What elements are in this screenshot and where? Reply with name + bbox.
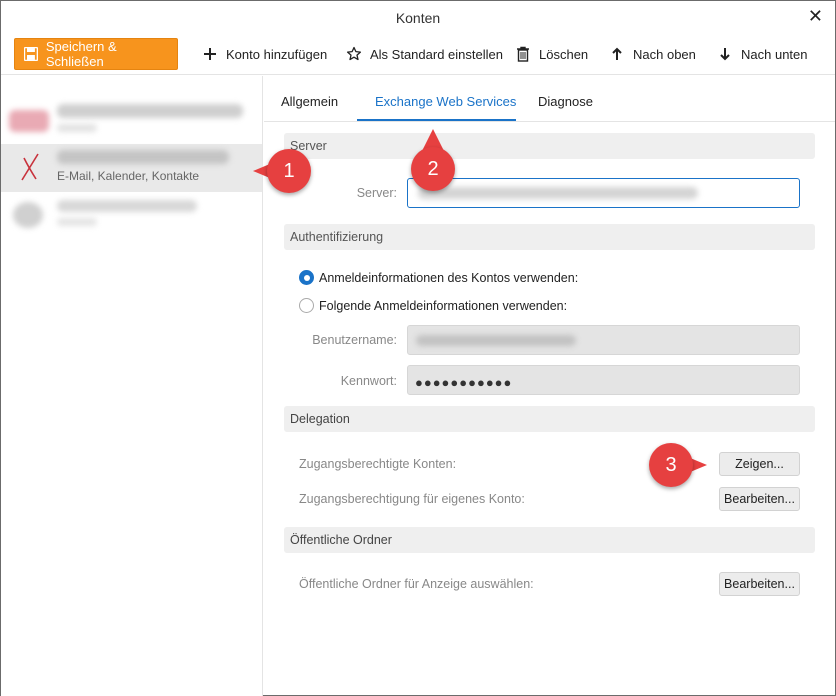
public-folders-select-label: Öffentliche Ordner für Anzeige auswählen… xyxy=(299,577,534,591)
add-account-label: Konto hinzufügen xyxy=(226,46,328,62)
save-icon xyxy=(24,47,38,61)
callout-number: 1 xyxy=(267,149,311,193)
plus-icon xyxy=(202,46,218,62)
tab-diagnose[interactable]: Diagnose xyxy=(538,94,593,109)
radio-checked-icon xyxy=(299,270,314,285)
callout-marker-2: 2 xyxy=(411,129,455,191)
section-server: Server xyxy=(284,133,815,159)
star-icon xyxy=(346,46,362,62)
edit-public-folders-button[interactable]: Bearbeiten... xyxy=(719,572,800,596)
password-value: ●●●●●●●●●●● xyxy=(415,375,513,390)
close-icon[interactable]: ✕ xyxy=(808,6,823,27)
account-item-1[interactable] xyxy=(1,96,262,144)
tab-bar: Allgemein Exchange Web Services Diagnose xyxy=(264,76,835,122)
own-account-access-label: Zugangsberechtigung für eigenes Konto: xyxy=(299,492,525,506)
account-item-selected[interactable]: E-Mail, Kalender, Kontakte xyxy=(1,144,262,192)
arrow-up-icon xyxy=(609,46,625,62)
callout-marker-3: 3 xyxy=(649,443,707,487)
authorized-accounts-label: Zugangsberechtigte Konten: xyxy=(299,457,457,471)
tab-general[interactable]: Allgemein xyxy=(281,94,338,109)
exchange-x-icon xyxy=(21,153,39,181)
callout-marker-1: 1 xyxy=(253,149,311,193)
radio-use-custom-credentials[interactable]: Folgende Anmeldeinformationen verwenden: xyxy=(299,298,567,313)
server-input[interactable] xyxy=(407,178,800,208)
radio-use-custom-credentials-label: Folgende Anmeldeinformationen verwenden: xyxy=(319,298,568,313)
radio-unchecked-icon xyxy=(299,298,314,313)
save-close-label: Speichern & Schließen xyxy=(45,39,117,69)
accounts-dialog: Konten ✕ Speichern & Schließen Konto hin… xyxy=(0,0,836,696)
account-name-blurred xyxy=(57,150,229,164)
account-detail-blurred xyxy=(57,218,97,226)
move-down-button[interactable]: Nach unten xyxy=(717,44,808,64)
toolbar: Speichern & Schließen Konto hinzufügen A… xyxy=(1,35,835,75)
edit-own-account-access-button[interactable]: Bearbeiten... xyxy=(719,487,800,511)
tab-exchange-web-services[interactable]: Exchange Web Services xyxy=(375,94,516,109)
delete-button[interactable]: Löschen xyxy=(515,44,588,64)
show-authorized-accounts-button[interactable]: Zeigen... xyxy=(719,452,800,476)
username-input[interactable] xyxy=(407,325,800,355)
account-detail-blurred xyxy=(57,124,97,132)
add-account-button[interactable]: Konto hinzufügen xyxy=(202,44,327,64)
move-down-label: Nach unten xyxy=(741,46,808,62)
account-avatar-blurred xyxy=(9,110,49,132)
section-delegation: Delegation xyxy=(284,406,815,432)
username-value-blurred xyxy=(416,335,576,346)
active-tab-indicator xyxy=(357,119,516,121)
delete-label: Löschen xyxy=(539,46,589,62)
window-title: Konten xyxy=(395,10,441,26)
trash-icon xyxy=(515,46,531,62)
server-value-blurred xyxy=(418,187,698,199)
set-default-button[interactable]: Als Standard einstellen xyxy=(346,44,503,64)
title-bar: Konten ✕ xyxy=(1,1,835,35)
account-name-blurred xyxy=(57,200,197,212)
username-label: Benutzername: xyxy=(312,333,397,347)
section-public-folders: Öffentliche Ordner xyxy=(284,527,815,553)
account-avatar-blurred xyxy=(13,202,43,228)
arrow-down-icon xyxy=(717,46,733,62)
radio-use-account-credentials-label: Anmeldeinformationen des Kontos verwende… xyxy=(319,270,579,285)
set-default-label: Als Standard einstellen xyxy=(370,46,503,62)
radio-use-account-credentials[interactable]: Anmeldeinformationen des Kontos verwende… xyxy=(299,270,578,285)
password-label: Kennwort: xyxy=(340,374,397,388)
save-close-button[interactable]: Speichern & Schließen xyxy=(14,38,178,70)
account-item-3[interactable] xyxy=(1,192,262,240)
account-subtitle: E-Mail, Kalender, Kontakte xyxy=(57,169,200,183)
section-authentication: Authentifizierung xyxy=(284,224,815,250)
move-up-button[interactable]: Nach oben xyxy=(609,44,696,64)
move-up-label: Nach oben xyxy=(633,46,696,62)
account-name-blurred xyxy=(57,104,243,118)
callout-number: 3 xyxy=(649,443,693,487)
server-label: Server: xyxy=(356,186,397,200)
callout-number: 2 xyxy=(411,147,455,191)
